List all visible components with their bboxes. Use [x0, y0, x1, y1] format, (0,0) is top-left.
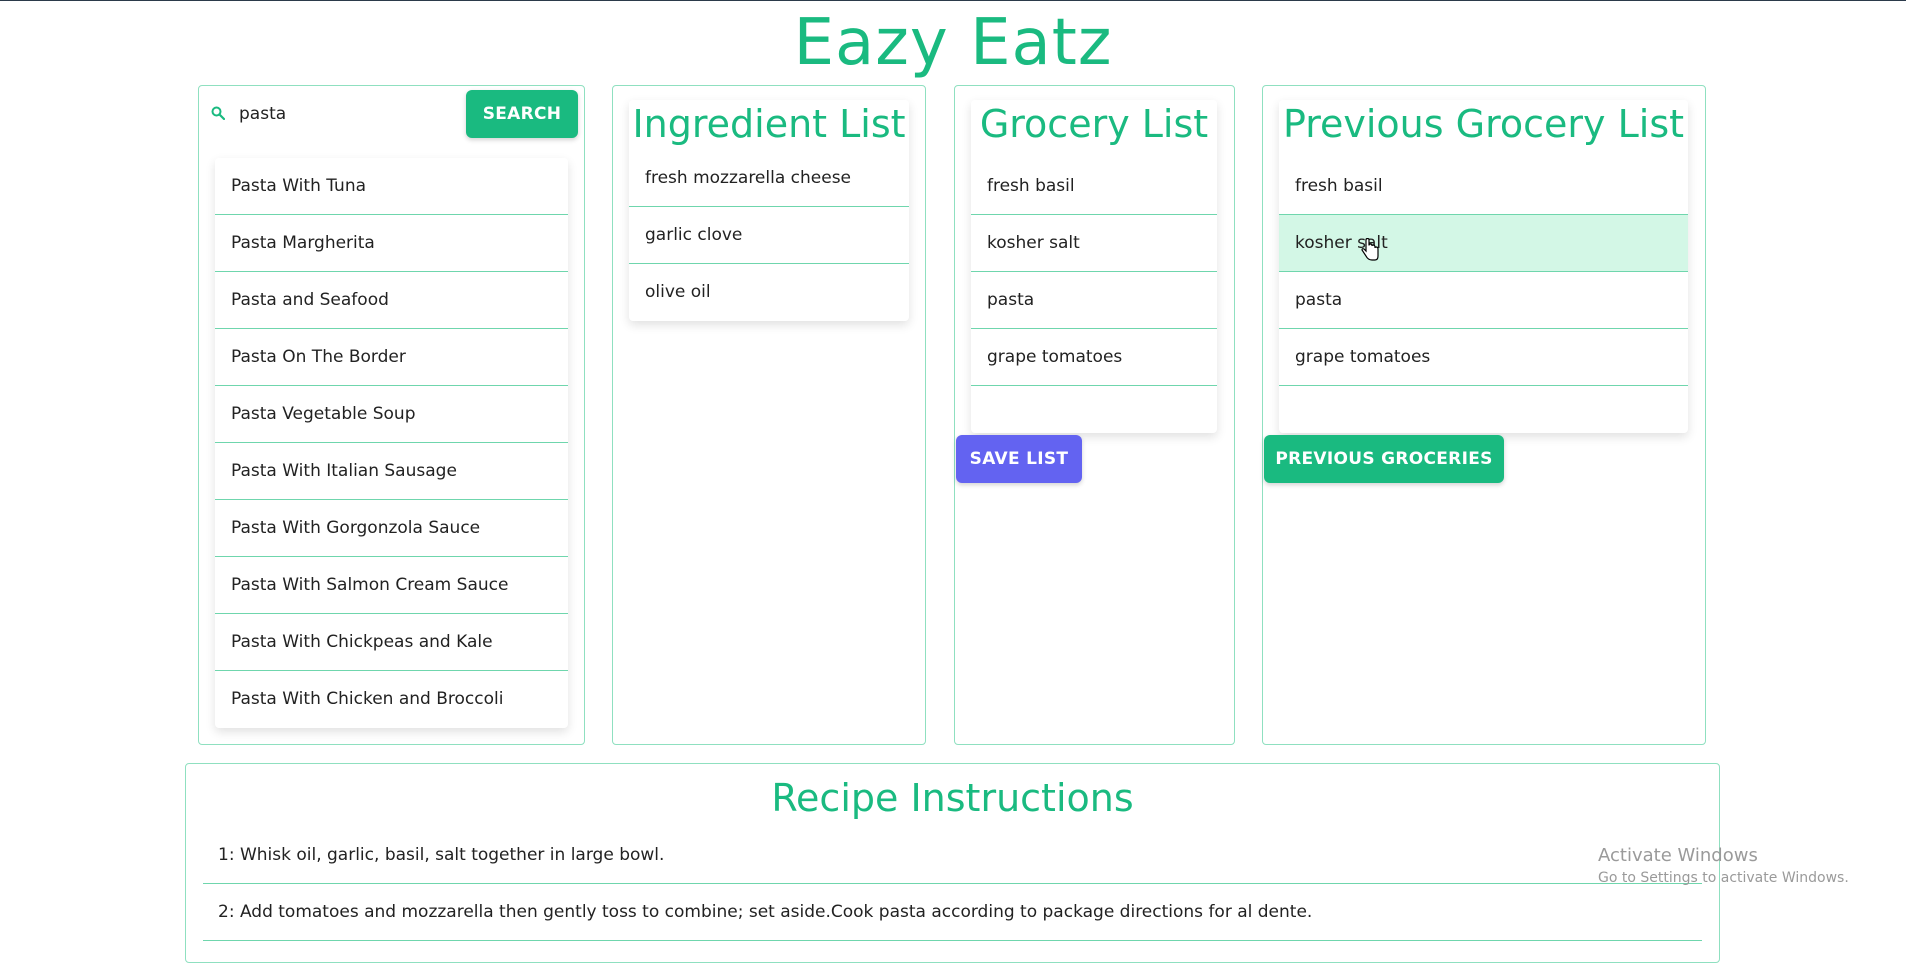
ingredient-item[interactable]: olive oil — [629, 264, 909, 321]
previous-grocery-item[interactable]: kosher salt — [1279, 215, 1688, 272]
grocery-item[interactable]: kosher salt — [971, 215, 1217, 272]
ingredient-list-heading: Ingredient List — [632, 102, 906, 146]
recipe-step: 1: Whisk oil, garlic, basil, salt togeth… — [203, 827, 1702, 884]
search-button[interactable]: SEARCH — [466, 90, 578, 138]
search-icon — [211, 106, 225, 120]
search-result-item[interactable]: Pasta and Seafood — [215, 272, 568, 329]
previous-grocery-item[interactable]: grape tomatoes — [1279, 329, 1688, 386]
previous-grocery-list-heading: Previous Grocery List — [1282, 102, 1685, 146]
grocery-item[interactable]: grape tomatoes — [971, 329, 1217, 386]
previous-grocery-panel: Previous Grocery List fresh basil kosher… — [1262, 85, 1706, 745]
grocery-panel: Grocery List fresh basil kosher salt pas… — [954, 85, 1235, 745]
search-result-item[interactable]: Pasta Vegetable Soup — [215, 386, 568, 443]
search-result-item[interactable]: Pasta With Tuna — [215, 158, 568, 215]
search-input[interactable] — [237, 98, 461, 130]
search-results-list: Pasta With Tuna Pasta Margherita Pasta a… — [215, 158, 568, 728]
previous-grocery-list: Previous Grocery List fresh basil kosher… — [1279, 100, 1688, 433]
save-list-button[interactable]: SAVE LIST — [956, 435, 1082, 483]
search-result-item[interactable]: Pasta With Salmon Cream Sauce — [215, 557, 568, 614]
search-result-item[interactable]: Pasta With Italian Sausage — [215, 443, 568, 500]
previous-groceries-button[interactable]: PREVIOUS GROCERIES — [1264, 435, 1504, 483]
recipe-step: 2: Add tomatoes and mozzarella then gent… — [203, 884, 1702, 941]
search-panel: SEARCH Pasta With Tuna Pasta Margherita … — [198, 85, 585, 745]
ingredient-list: Ingredient List fresh mozzarella cheese … — [629, 100, 909, 321]
ingredient-item[interactable]: fresh mozzarella cheese — [629, 150, 909, 207]
search-result-item[interactable]: Pasta On The Border — [215, 329, 568, 386]
previous-grocery-item[interactable]: pasta — [1279, 272, 1688, 329]
watermark-title: Activate Windows — [1598, 845, 1758, 866]
app-title: Eazy Eatz — [793, 6, 1113, 80]
search-result-item[interactable]: Pasta With Chickpeas and Kale — [215, 614, 568, 671]
grocery-list: Grocery List fresh basil kosher salt pas… — [971, 100, 1217, 433]
activate-windows-watermark: Activate Windows Go to Settings to activ… — [1598, 845, 1849, 886]
previous-grocery-item[interactable]: fresh basil — [1279, 158, 1688, 215]
search-result-item[interactable]: Pasta With Gorgonzola Sauce — [215, 500, 568, 557]
ingredient-panel: Ingredient List fresh mozzarella cheese … — [612, 85, 926, 745]
hand-cursor-icon — [1361, 238, 1379, 261]
window-top-border — [0, 0, 1906, 1]
recipe-instructions-panel: Recipe Instructions 1: Whisk oil, garlic… — [185, 763, 1720, 963]
search-result-item[interactable]: Pasta Margherita — [215, 215, 568, 272]
recipe-instructions-heading: Recipe Instructions — [771, 776, 1134, 820]
grocery-item[interactable]: fresh basil — [971, 158, 1217, 215]
grocery-item[interactable]: pasta — [971, 272, 1217, 329]
search-result-item[interactable]: Pasta With Chicken and Broccoli — [215, 671, 568, 728]
watermark-subtitle: Go to Settings to activate Windows. — [1598, 870, 1849, 886]
grocery-list-heading: Grocery List — [979, 102, 1209, 146]
ingredient-item[interactable]: garlic clove — [629, 207, 909, 264]
